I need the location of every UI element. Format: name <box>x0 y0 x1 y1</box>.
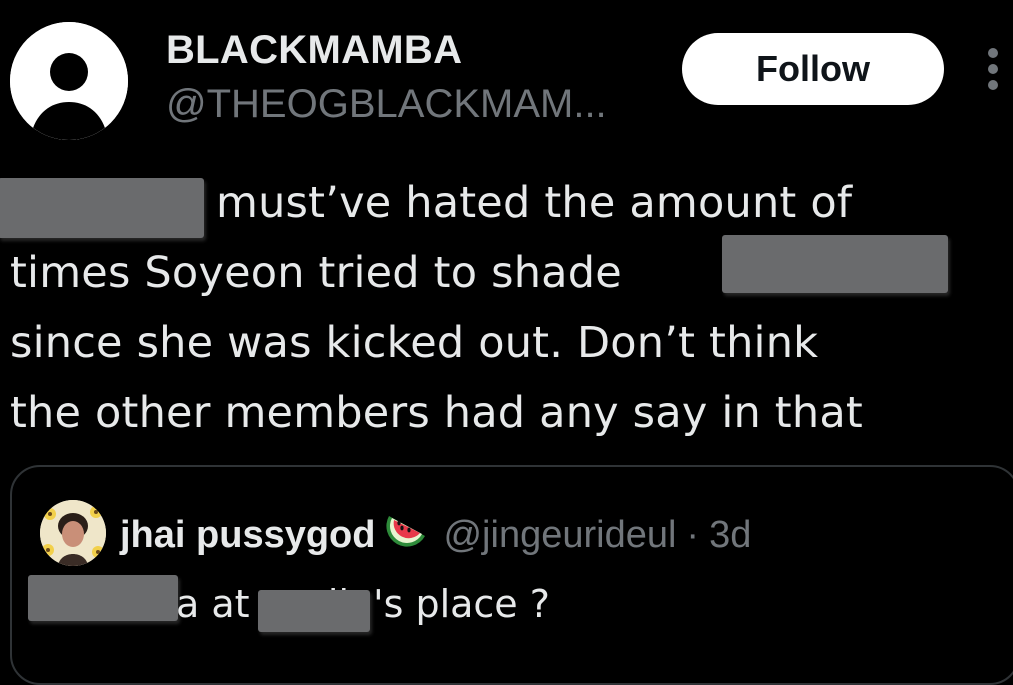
quoted-handle[interactable]: @jingeurideul <box>443 514 676 557</box>
quoted-author-avatar[interactable] <box>40 500 106 566</box>
more-options-icon[interactable] <box>982 44 1006 94</box>
author-handle[interactable]: @THEOGBLACKMAM... <box>166 82 607 127</box>
tweet-line: must’ve hated the amount of <box>216 178 853 228</box>
follow-button[interactable]: Follow <box>682 33 944 105</box>
author-avatar[interactable] <box>10 22 128 140</box>
profile-photo-icon <box>40 500 106 566</box>
redaction-box <box>258 590 370 632</box>
quoted-header: jhai pussygod @jingeurideul · 3d <box>120 510 751 560</box>
tweet-line: times Soyeon tried to shade <box>10 248 622 298</box>
quoted-display-name[interactable]: jhai pussygod <box>120 514 375 557</box>
quoted-timestamp[interactable]: 3d <box>709 514 751 557</box>
more-dot <box>988 48 998 58</box>
redaction-box <box>0 178 204 238</box>
author-display-name[interactable]: BLACKMAMBA <box>166 28 462 73</box>
separator-dot: · <box>686 513 700 556</box>
more-dot <box>988 64 998 74</box>
more-dot <box>988 80 998 90</box>
redaction-box <box>28 575 178 621</box>
redaction-box <box>722 235 948 293</box>
watermelon-icon <box>385 510 429 560</box>
tweet-line: the other members had any say in that <box>10 388 863 438</box>
default-profile-icon <box>10 22 128 140</box>
tweet-line: since she was kicked out. Don’t think <box>10 318 819 368</box>
